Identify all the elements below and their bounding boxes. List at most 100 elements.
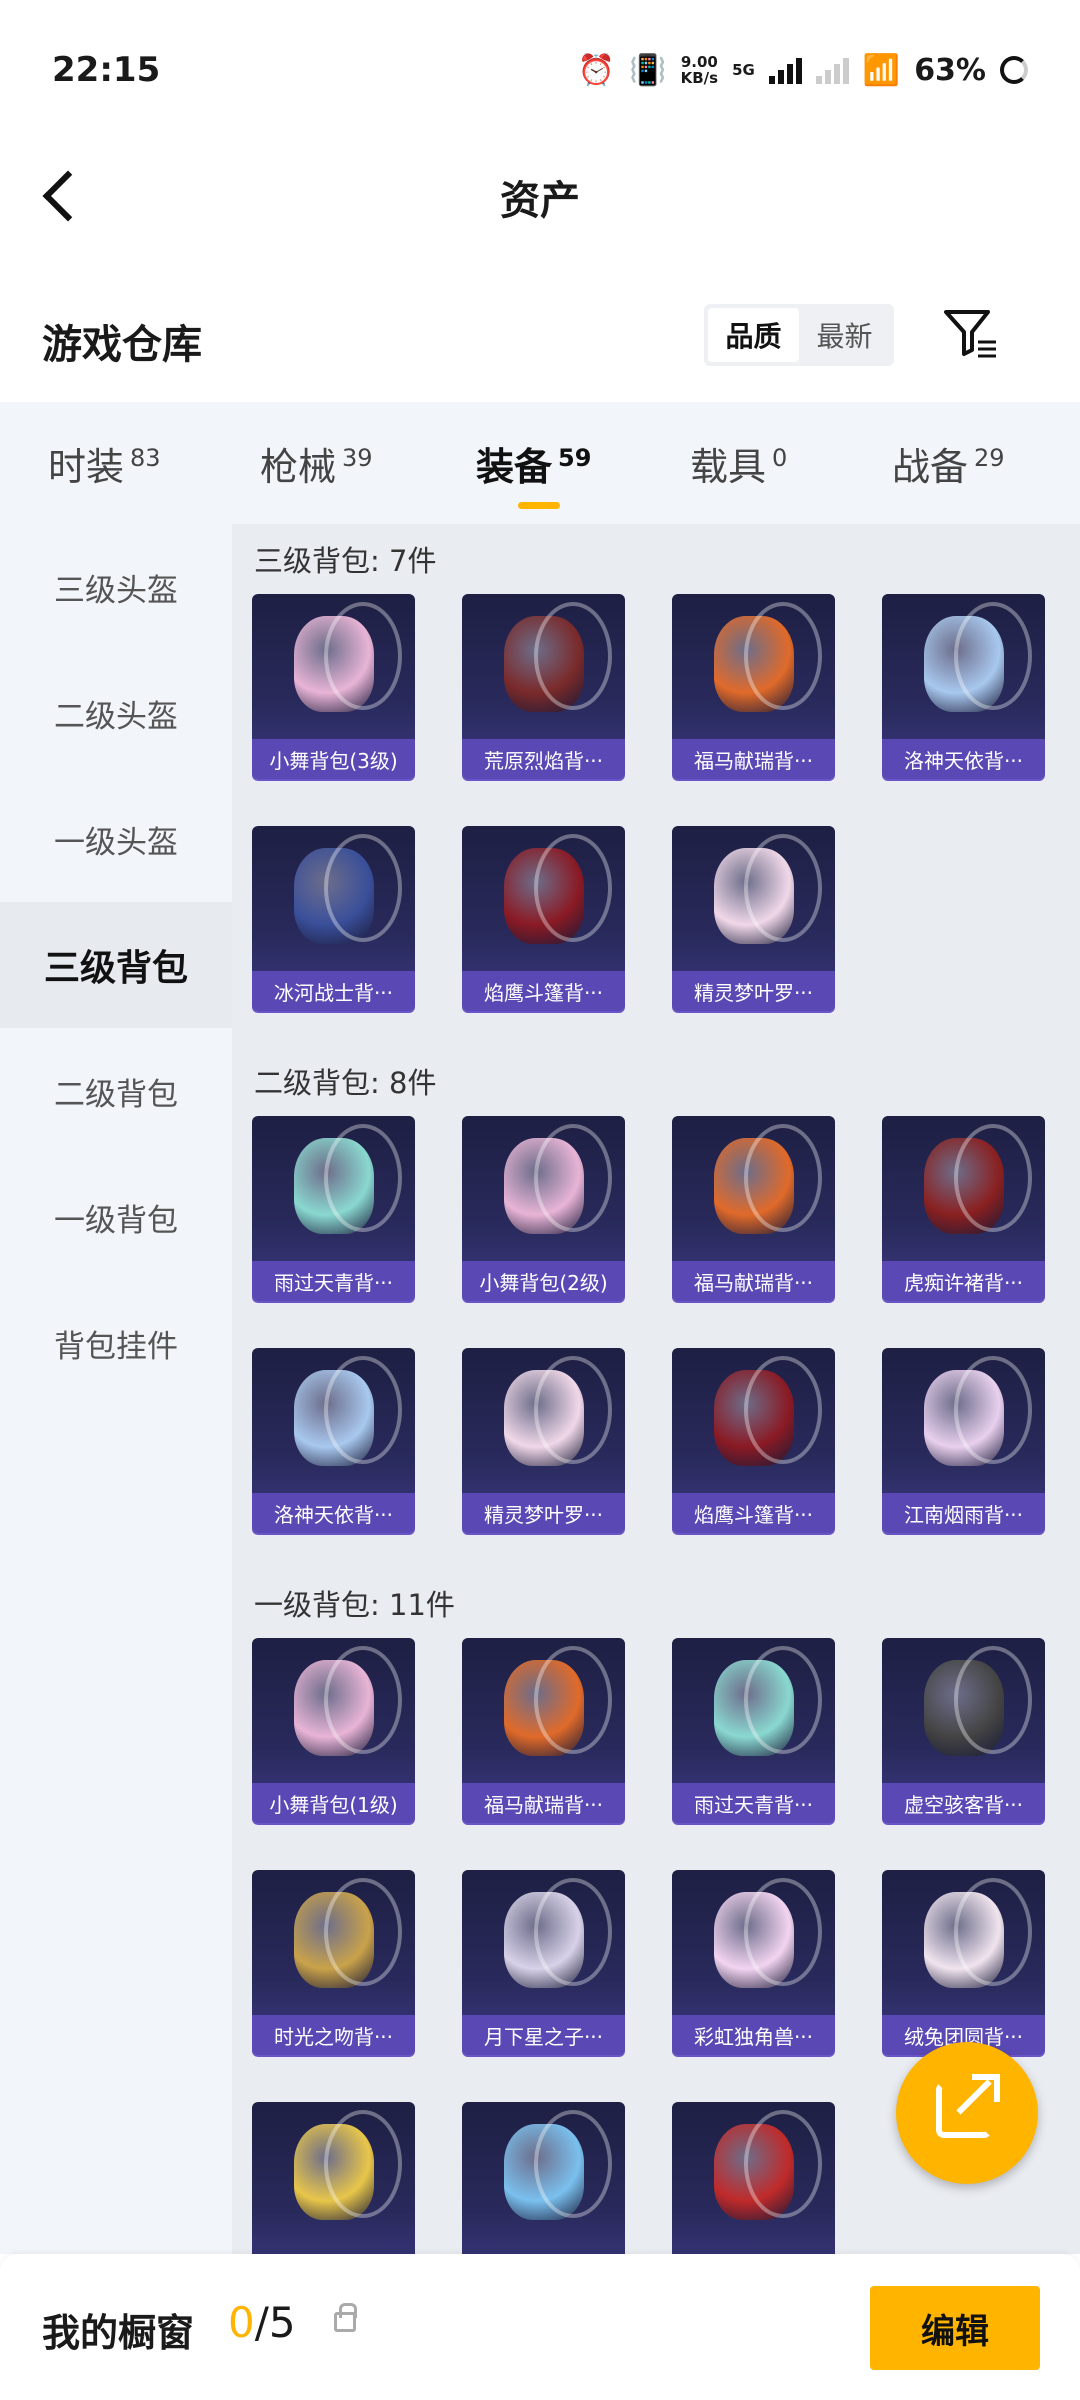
item-name: 小舞背包(3级): [252, 739, 415, 779]
sidebar-item-backpack-3[interactable]: 三级背包: [0, 902, 232, 1028]
filter-button[interactable]: [940, 302, 1000, 368]
item-name: 洛神天依背···: [252, 1493, 415, 1533]
sort-toggle: 品质 最新: [704, 304, 894, 366]
backpack-image: [882, 1638, 1045, 1778]
tab-supplies[interactable]: 战备 29: [892, 436, 1005, 491]
sidebar-item-helmet-2[interactable]: 二级头盔: [0, 650, 232, 776]
backpack-image: [252, 1348, 415, 1488]
item-name: 虎痴许褚背···: [882, 1261, 1045, 1301]
item-card[interactable]: 虚空骇客背···: [882, 1638, 1045, 1823]
group-title: 一级背包: 11件: [254, 1588, 455, 1622]
tab-guns[interactable]: 枪械 39: [260, 436, 373, 491]
item-name: 雨过天青背···: [252, 1261, 415, 1301]
item-card[interactable]: 小舞背包(1级): [252, 1638, 415, 1823]
showcase-total-count: /5: [254, 2298, 296, 2347]
status-time: 22:15: [52, 50, 161, 90]
backpack-image: [252, 1116, 415, 1256]
item-name: 焰鹰斗篷背···: [672, 1493, 835, 1533]
item-card[interactable]: 洛神天依背···: [882, 594, 1045, 779]
backpack-image: [672, 1116, 835, 1256]
share-external-icon: [936, 2074, 1000, 2138]
edit-button[interactable]: 编辑: [870, 2286, 1040, 2370]
item-card[interactable]: 彩虹独角兽···: [672, 1870, 835, 2055]
item-card[interactable]: 精灵梦叶罗···: [672, 826, 835, 1011]
item-card[interactable]: 焰鹰斗篷背···: [672, 1348, 835, 1533]
item-card[interactable]: 冰河战士背···: [252, 826, 415, 1011]
backpack-image: [462, 1638, 625, 1778]
item-card[interactable]: 绒兔团圆背···: [882, 1870, 1045, 2055]
item-card[interactable]: 精灵梦叶罗···: [462, 1348, 625, 1533]
backpack-image: [672, 1638, 835, 1778]
signal-secondary-icon: [815, 56, 849, 84]
backpack-icon: [293, 1878, 402, 1988]
backpack-icon: [713, 834, 822, 944]
item-name: 月下星之子···: [462, 2015, 625, 2055]
item-name: 小舞背包(2级): [462, 1261, 625, 1301]
network-type: 5G: [732, 61, 755, 79]
share-fab-button[interactable]: [896, 2042, 1038, 2184]
tab-equipment[interactable]: 装备 59: [476, 436, 591, 509]
item-card[interactable]: 福马献瑞背···: [672, 594, 835, 779]
sidebar-item-helmet-1[interactable]: 一级头盔: [0, 776, 232, 902]
item-card[interactable]: 雨过天青背···: [672, 1638, 835, 1823]
item-name: 雨过天青背···: [672, 1783, 835, 1823]
item-card[interactable]: 虎痴许褚背···: [882, 1116, 1045, 1301]
item-name: 精灵梦叶罗···: [672, 971, 835, 1011]
sidebar-item-backpack-2[interactable]: 二级背包: [0, 1028, 232, 1154]
item-card[interactable]: 小舞背包(3级): [252, 594, 415, 779]
backpack-image: [252, 826, 415, 966]
item-card[interactable]: [462, 2102, 625, 2254]
backpack-image: [882, 594, 1045, 734]
tab-fashion[interactable]: 时装 83: [48, 436, 161, 491]
item-card[interactable]: 时光之吻背···: [252, 1870, 415, 2055]
wifi-icon: 📶: [862, 52, 901, 88]
backpack-icon: [503, 1124, 612, 1234]
group-title: 二级背包: 8件: [254, 1066, 437, 1100]
item-name: 冰河战士背···: [252, 971, 415, 1011]
bottom-bar: 我的橱窗 0/5 编辑: [0, 2254, 1080, 2400]
status-bar: 22:15 ⏰ 📳 9.00 KB/s 5G 📶 63%: [0, 0, 1080, 140]
backpack-icon: [713, 1356, 822, 1466]
backpack-icon: [923, 602, 1032, 712]
backpack-icon: [713, 1878, 822, 1988]
backpack-image: [252, 2102, 415, 2242]
sidebar-item-backpack-1[interactable]: 一级背包: [0, 1154, 232, 1280]
backpack-image: [882, 1870, 1045, 2010]
item-card[interactable]: [252, 2102, 415, 2254]
filter-icon: [944, 310, 996, 358]
item-card[interactable]: 福马献瑞背···: [462, 1638, 625, 1823]
backpack-image: [462, 826, 625, 966]
item-name: 时光之吻背···: [252, 2015, 415, 2055]
sidebar-item-helmet-3[interactable]: 三级头盔: [0, 524, 232, 650]
backpack-icon: [713, 2110, 822, 2220]
backpack-image: [672, 594, 835, 734]
page-title: 资产: [500, 178, 580, 224]
backpack-icon: [293, 1356, 402, 1466]
item-card[interactable]: 月下星之子···: [462, 1870, 625, 2055]
sort-newest-button[interactable]: 最新: [799, 308, 890, 362]
item-card[interactable]: [672, 2102, 835, 2254]
backpack-icon: [503, 1356, 612, 1466]
backpack-icon: [503, 2110, 612, 2220]
item-card[interactable]: 雨过天青背···: [252, 1116, 415, 1301]
item-card[interactable]: 焰鹰斗篷背···: [462, 826, 625, 1011]
sidebar-item-backpack-charm[interactable]: 背包挂件: [0, 1280, 232, 1406]
item-name: 福马献瑞背···: [672, 739, 835, 779]
tab-vehicles[interactable]: 载具 0: [690, 436, 787, 491]
item-card[interactable]: 洛神天依背···: [252, 1348, 415, 1533]
item-card[interactable]: 小舞背包(2级): [462, 1116, 625, 1301]
backpack-image: [672, 1348, 835, 1488]
item-name: 江南烟雨背···: [882, 1493, 1045, 1533]
item-name: 荒原烈焰背···: [462, 739, 625, 779]
item-card[interactable]: 荒原烈焰背···: [462, 594, 625, 779]
item-name: 福马献瑞背···: [462, 1783, 625, 1823]
item-name: 精灵梦叶罗···: [462, 1493, 625, 1533]
item-name: 洛神天依背···: [882, 739, 1045, 779]
sort-quality-button[interactable]: 品质: [708, 308, 799, 362]
backpack-icon: [713, 1646, 822, 1756]
signal-icon: [768, 56, 802, 84]
backpack-image: [672, 826, 835, 966]
item-card[interactable]: 福马献瑞背···: [672, 1116, 835, 1301]
item-card[interactable]: 江南烟雨背···: [882, 1348, 1045, 1533]
backpack-icon: [713, 1124, 822, 1234]
